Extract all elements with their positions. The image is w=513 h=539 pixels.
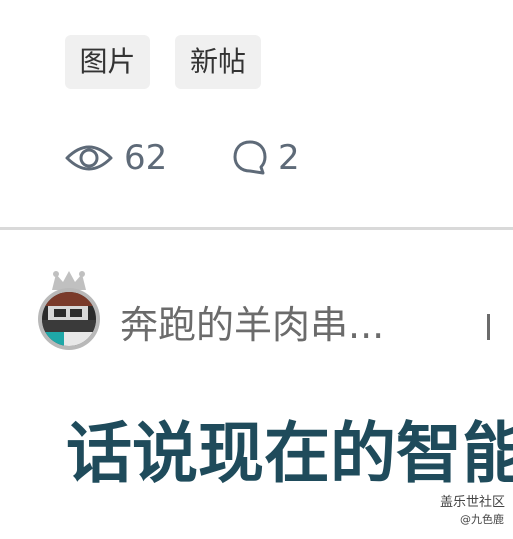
- comment-count-value: 2: [278, 138, 300, 178]
- comment-count[interactable]: 2: [232, 136, 300, 180]
- divider: [0, 227, 513, 230]
- tag-new-post[interactable]: 新帖: [175, 35, 261, 89]
- watermark-user: @九色鹿: [460, 513, 504, 526]
- comment-bubble-icon: [232, 138, 268, 178]
- view-count-value: 62: [124, 138, 168, 178]
- view-count: 62: [64, 136, 167, 180]
- eye-icon: [64, 136, 114, 180]
- author-name[interactable]: 奔跑的羊肉串...: [120, 300, 384, 350]
- separator: [487, 314, 490, 340]
- post-title[interactable]: 话说现在的智能: [66, 414, 513, 494]
- author-avatar[interactable]: [38, 270, 102, 354]
- watermark-community: 盖乐世社区: [440, 495, 506, 510]
- tag-image[interactable]: 图片: [65, 35, 150, 89]
- avatar: [42, 292, 96, 346]
